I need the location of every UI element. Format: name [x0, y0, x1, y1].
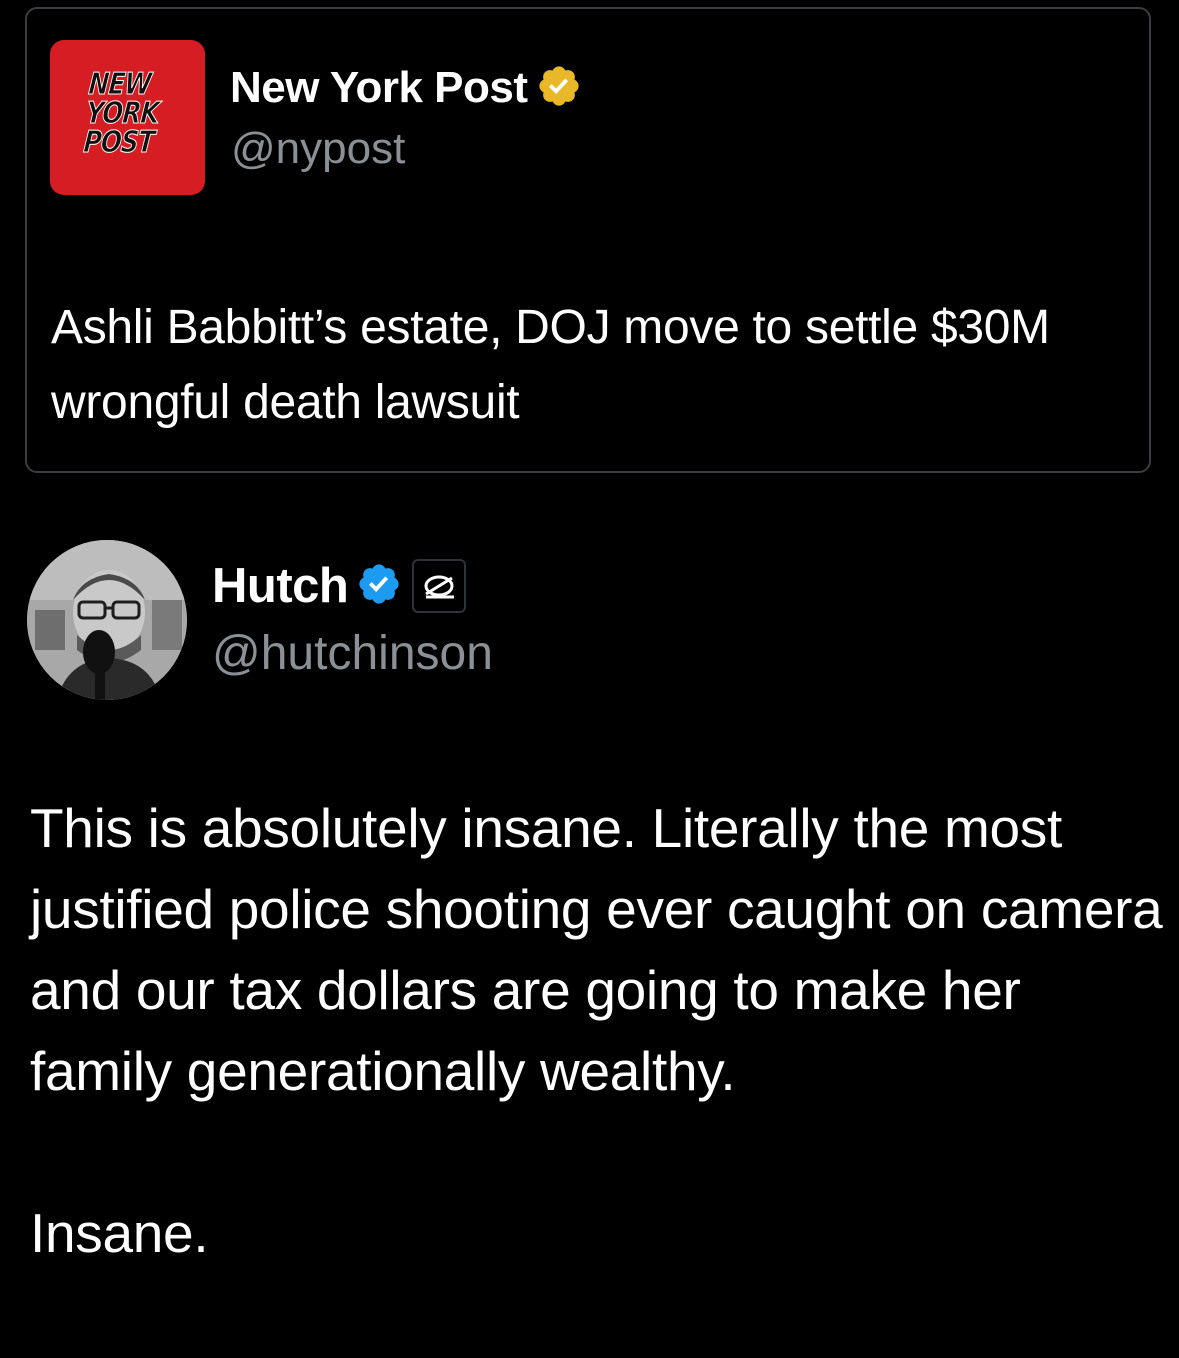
avatar[interactable]: [27, 540, 187, 700]
tweet-text: This is absolutely insane. Literally the…: [30, 788, 1170, 1274]
quoted-display-name[interactable]: New York Post: [230, 63, 528, 113]
blue-check-badge-icon: [356, 561, 402, 612]
quoted-author-row: New York Post: [230, 62, 582, 114]
nypost-avatar[interactable]: NEW YORK POST: [50, 40, 205, 195]
author-handle[interactable]: @hutchinson: [212, 626, 493, 681]
quoted-handle[interactable]: @nypost: [231, 124, 405, 174]
nypost-logo: NEW YORK POST: [82, 67, 181, 161]
author-row: Hutch: [212, 556, 467, 616]
nypost-logo-line: YORK: [84, 96, 161, 132]
tweet-paragraph: Insane.: [30, 1202, 209, 1264]
quoted-tweet-text: Ashli Babbitt’s estate, DOJ move to sett…: [51, 301, 1050, 429]
optic-gaming-affiliate-icon[interactable]: [412, 559, 467, 613]
nypost-logo-line: POST: [82, 125, 156, 161]
nypost-logo-line: NEW: [87, 67, 153, 103]
avatar-photo: [27, 540, 187, 700]
tweet-paragraph: This is absolutely insane. Literally the…: [30, 797, 1163, 1102]
gold-check-badge-icon: [536, 63, 582, 114]
author-display-name[interactable]: Hutch: [212, 558, 349, 614]
